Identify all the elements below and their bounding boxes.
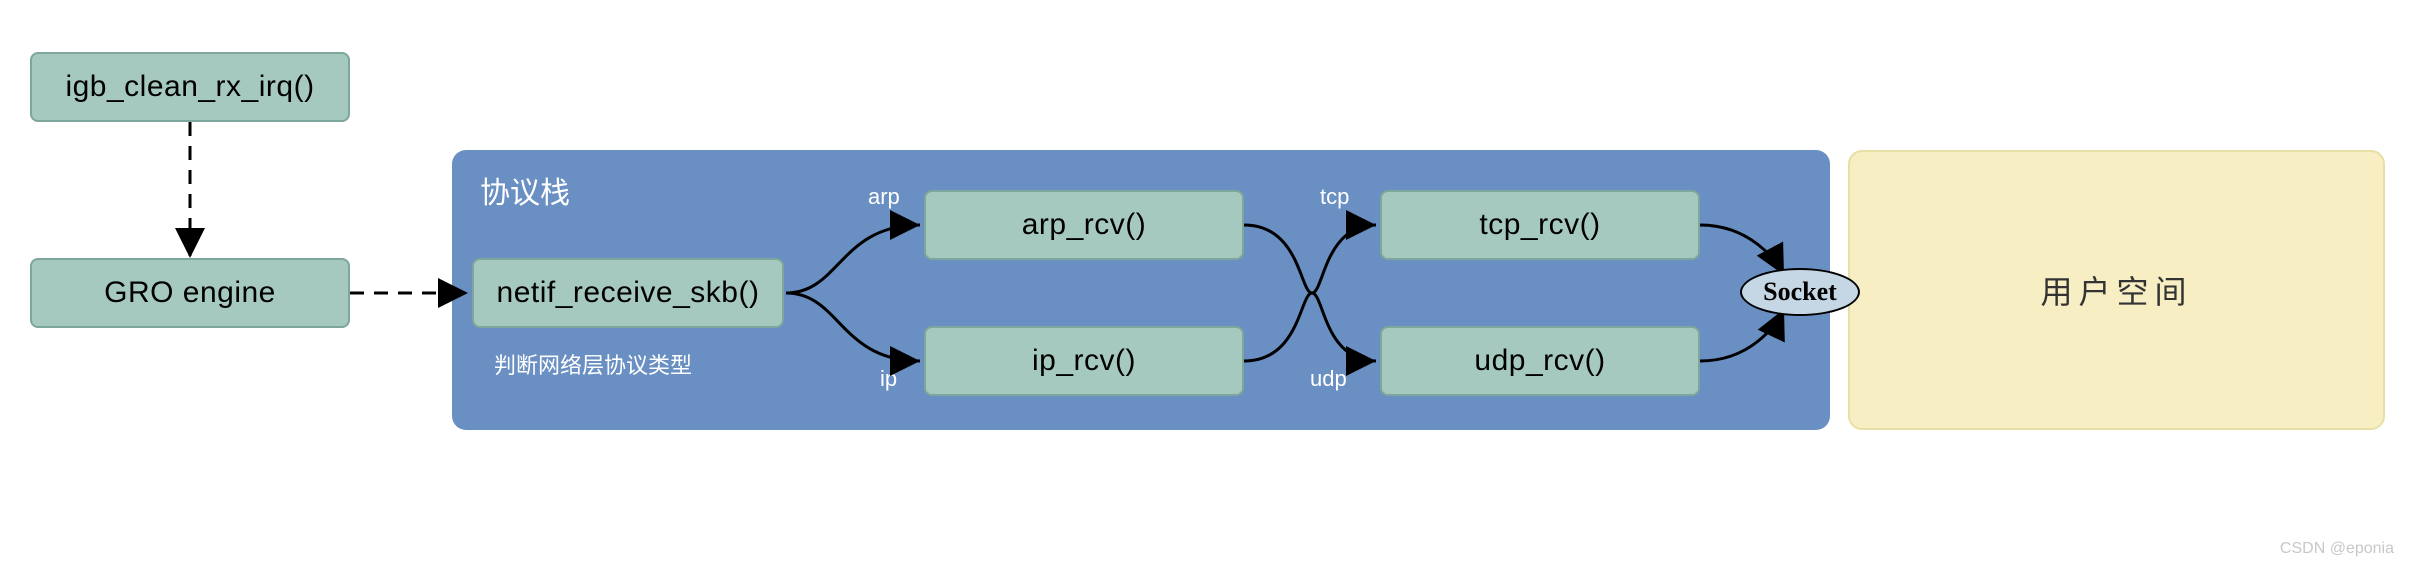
- edge-label-tcp: tcp: [1320, 184, 1349, 210]
- node-tcp: tcp_rcv(): [1380, 190, 1700, 260]
- node-arp: arp_rcv(): [924, 190, 1244, 260]
- node-netif: netif_receive_skb(): [472, 258, 784, 328]
- node-ip: ip_rcv(): [924, 326, 1244, 396]
- node-netif-label: netif_receive_skb(): [497, 276, 760, 310]
- watermark: CSDN @eponia: [2280, 540, 2394, 558]
- edge-label-ip: ip: [880, 366, 897, 392]
- node-socket-label: Socket: [1763, 277, 1837, 307]
- node-socket: Socket: [1740, 268, 1860, 316]
- node-igb-label: igb_clean_rx_irq(): [65, 70, 314, 104]
- node-gro-label: GRO engine: [104, 276, 276, 310]
- node-tcp-label: tcp_rcv(): [1479, 208, 1600, 242]
- node-igb: igb_clean_rx_irq(): [30, 52, 350, 122]
- node-ip-label: ip_rcv(): [1032, 344, 1136, 378]
- edge-label-arp: arp: [868, 184, 900, 210]
- node-udp-label: udp_rcv(): [1474, 344, 1605, 378]
- user-space-title: 用户空间: [2040, 267, 2192, 313]
- protocol-stack-subtitle: 判断网络层协议类型: [494, 348, 692, 380]
- edge-label-udp: udp: [1310, 366, 1347, 392]
- node-arp-label: arp_rcv(): [1022, 208, 1147, 242]
- node-udp: udp_rcv(): [1380, 326, 1700, 396]
- user-space-panel: 用户空间: [1848, 150, 2385, 430]
- node-gro: GRO engine: [30, 258, 350, 328]
- protocol-stack-title: 协议栈: [480, 168, 570, 212]
